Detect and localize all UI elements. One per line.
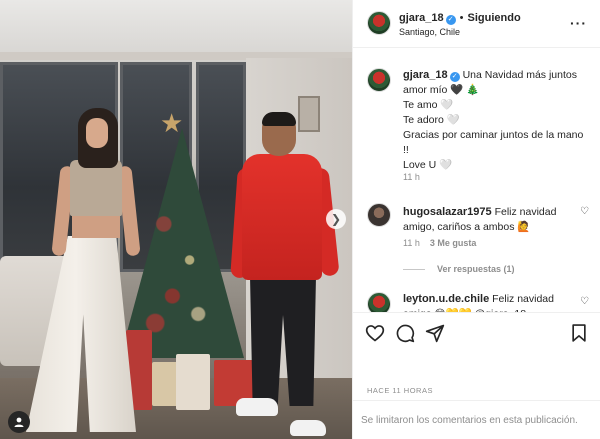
header-username[interactable]: gjara_18	[399, 12, 444, 24]
man-hair	[262, 112, 296, 126]
avatar[interactable]	[367, 203, 391, 227]
man-shoe	[236, 398, 278, 416]
man-shoe	[290, 420, 326, 436]
chevron-right-icon: ❯	[330, 212, 342, 226]
caption-line: Gracias por caminar juntos de la mano !!	[403, 129, 584, 156]
woman-face	[86, 118, 108, 148]
verified-badge-icon: ✓	[449, 72, 460, 82]
separator-dot: •	[459, 12, 464, 24]
heart-icon[interactable]	[365, 323, 385, 343]
comments-limited-notice: Se limitaron los comentarios en esta pub…	[353, 400, 600, 439]
post-photo[interactable]: ★ ❯	[0, 0, 352, 439]
comment-meta: 11 h 3 Me gusta	[403, 238, 476, 248]
verified-badge-icon: ✓	[445, 15, 456, 25]
caption-line: Love U 🤍	[403, 159, 453, 171]
ceiling	[0, 0, 352, 58]
comment-username[interactable]: leyton.u.de.chile	[403, 293, 489, 305]
caption-line: Te amo 🤍	[403, 99, 454, 111]
share-icon[interactable]	[425, 323, 445, 343]
avatar[interactable]	[367, 68, 391, 92]
man-red-sweater	[242, 154, 322, 280]
bookmark-icon[interactable]	[569, 323, 589, 343]
tagged-people-button[interactable]	[8, 411, 30, 433]
view-replies-label: Ver respuestas (1)	[437, 264, 515, 274]
avatar[interactable]	[367, 11, 391, 35]
user-icon	[14, 417, 24, 427]
comments-limited-text: Se limitaron los comentarios en esta pub…	[361, 415, 578, 426]
gift-box	[152, 362, 178, 406]
comment-like-heart-icon[interactable]: ♡	[580, 296, 589, 307]
post-timestamp[interactable]: HACE 11 HORAS	[367, 386, 433, 395]
tree-star-icon: ★	[160, 108, 184, 138]
following-button[interactable]: Siguiendo	[468, 12, 521, 24]
comment-time[interactable]: 11 h	[403, 238, 420, 248]
post-header: gjara_18 ✓ • Siguiendo Santiago, Chile ···	[353, 0, 600, 48]
caption-username[interactable]: gjara_18	[403, 69, 448, 81]
next-image-button[interactable]: ❯	[326, 209, 346, 229]
header-user: gjara_18 ✓ • Siguiendo	[399, 12, 521, 25]
action-bar	[353, 312, 600, 352]
view-replies-button[interactable]: Ver respuestas (1)	[403, 264, 515, 274]
location-link[interactable]: Santiago, Chile	[399, 27, 460, 37]
divider	[403, 269, 425, 271]
comment-icon[interactable]	[395, 323, 415, 343]
caption-time[interactable]: 11 h	[403, 172, 420, 182]
wall-frame	[298, 96, 320, 132]
comment-item: leyton.u.de.chile Feliz navidad amigo 😊💛…	[403, 292, 575, 312]
more-options-icon[interactable]: ···	[570, 15, 587, 31]
comment-username[interactable]: hugosalazar1975	[403, 206, 492, 218]
comment-item: hugosalazar1975 Feliz navidad amigo, car…	[403, 205, 575, 235]
tree-ornaments	[138, 170, 224, 350]
comment-like-heart-icon[interactable]: ♡	[580, 206, 589, 217]
avatar[interactable]	[367, 292, 391, 312]
post-sidebar: gjara_18 ✓ • Siguiendo Santiago, Chile ··· …	[352, 0, 600, 439]
comment-likes[interactable]: 3 Me gusta	[430, 238, 477, 248]
caption-line: Te adoro 🤍	[403, 114, 460, 126]
caption: gjara_18 ✓ Una Navidad más juntos amor mí…	[403, 68, 591, 173]
woman-top	[70, 160, 122, 216]
gift-box	[176, 354, 210, 410]
comments-list[interactable]: gjara_18 ✓ Una Navidad más juntos amor mí…	[353, 48, 600, 312]
